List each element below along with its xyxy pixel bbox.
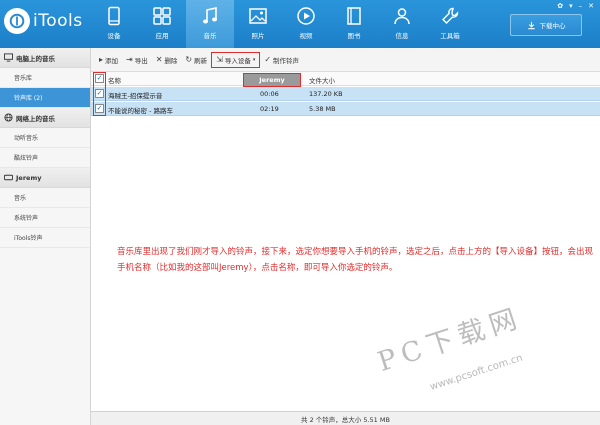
nav-device[interactable]: 设备: [90, 0, 138, 48]
sidebar-group-online-music[interactable]: 网络上的音乐: [0, 108, 90, 128]
sidebar-item-label: 铃声库 (2): [14, 95, 43, 102]
add-label: 添加: [105, 56, 119, 65]
nav-books[interactable]: 图书: [330, 0, 378, 48]
apps-icon: [153, 7, 171, 25]
sidebar-item-label: 动听音乐: [14, 135, 39, 142]
nav-photos[interactable]: 照片: [234, 0, 282, 48]
refresh-button[interactable]: ↻ 刷新: [181, 52, 211, 68]
app-logo: iTools: [4, 8, 83, 34]
person-icon: [394, 8, 410, 25]
sidebar: 电脑上的音乐 音乐库 铃声库 (2) 网络上的音乐 动听音乐 酷炫铃声 Jere…: [0, 48, 91, 425]
refresh-label: 刷新: [194, 56, 208, 65]
delete-label: 删除: [164, 56, 178, 65]
sidebar-item-online-music[interactable]: 动听音乐: [0, 128, 90, 148]
download-icon: [527, 21, 535, 29]
window-controls: ✿ ▾ – ✕: [557, 2, 594, 10]
add-button[interactable]: ▸ 添加: [95, 52, 122, 68]
nav-apps[interactable]: 应用: [138, 0, 186, 48]
sidebar-group-pc-music[interactable]: 电脑上的音乐: [0, 48, 90, 68]
settings-icon[interactable]: ▾: [569, 2, 573, 10]
skin-icon[interactable]: ✿: [557, 2, 563, 10]
table-row[interactable]: ✓ 海贼王-招保提示音 00:06 137.20 KB: [91, 87, 600, 101]
table-row[interactable]: ✓ 不能说的秘密 - 路路车 02:19 5.38 MB: [91, 102, 600, 116]
column-name[interactable]: 名称: [108, 75, 121, 85]
globe-icon: [4, 113, 13, 122]
checkbox-highlight-frame: [93, 72, 106, 116]
video-icon: [297, 7, 315, 25]
tutorial-annotation: 音乐库里出现了我们刚才导入的铃声，接下来，选定你想要导入手机的铃声，选定之后，点…: [117, 247, 594, 273]
table-header: ✓ 名称 Jeremy 文件大小: [91, 72, 600, 87]
make-ringtone-button[interactable]: ✓ 制作铃声: [260, 52, 303, 68]
column-size[interactable]: 文件大小: [309, 75, 335, 85]
nav-device-label: 设备: [107, 32, 121, 40]
nav-toolbox[interactable]: 工具箱: [426, 0, 474, 48]
import-device-button[interactable]: ⇲ 导入设备 ▾: [211, 51, 261, 68]
import-icon: ⇲: [216, 55, 223, 64]
minimize-icon[interactable]: –: [579, 2, 583, 10]
make-ringtone-label: 制作铃声: [273, 56, 300, 65]
sidebar-item-label: 音乐库: [14, 75, 33, 82]
phone-icon: [108, 6, 120, 26]
status-bar: 共 2 个铃声，总大小 5.51 MB: [91, 411, 600, 425]
toolbar: ▸ 添加 ⇥ 导出 ✕ 删除 ↻ 刷新 ⇲ 导入设备 ▾ ✓ 制作铃声: [91, 48, 600, 72]
top-bar: iTools 设备 应用 音乐 照片 视频 图书 信息 工具箱 ✿ ▾ – ✕ …: [0, 0, 600, 48]
book-icon: [347, 7, 361, 25]
download-center-label: 下载中心: [539, 22, 566, 30]
sidebar-item-device-music[interactable]: 音乐: [0, 188, 90, 208]
download-center-button[interactable]: 下载中心: [510, 14, 582, 36]
sidebar-group-title: 电脑上的音乐: [16, 54, 55, 63]
sidebar-group-device[interactable]: Jeremy: [0, 168, 90, 188]
computer-icon: [4, 53, 13, 62]
app-logo-text: iTools: [33, 11, 83, 31]
add-icon: ▸: [99, 55, 104, 64]
row-size: 137.20 KB: [309, 90, 343, 98]
import-device-label: 导入设备: [224, 56, 251, 65]
sidebar-group-title: 网络上的音乐: [16, 114, 55, 123]
main-nav: 设备 应用 音乐 照片 视频 图书 信息 工具箱: [90, 0, 474, 48]
wrench-icon: [442, 7, 459, 24]
sidebar-group-title: Jeremy: [16, 173, 42, 182]
refresh-icon: ↻: [185, 55, 193, 64]
delete-icon: ✕: [155, 55, 163, 64]
nav-video[interactable]: 视频: [282, 0, 330, 48]
photo-icon: [249, 8, 267, 24]
sidebar-item-system-ringtones[interactable]: 系统铃声: [0, 208, 90, 228]
sidebar-item-music-library[interactable]: 音乐库: [0, 68, 90, 88]
chevron-down-icon: ▾: [252, 56, 256, 63]
sidebar-item-label: 音乐: [14, 195, 27, 202]
export-button[interactable]: ⇥ 导出: [122, 52, 152, 68]
nav-info[interactable]: 信息: [378, 0, 426, 48]
row-name: 海贼王-招保提示音: [108, 92, 163, 100]
sidebar-item-itools-ringtones[interactable]: iTools铃声: [0, 228, 90, 248]
nav-music-label: 音乐: [203, 32, 217, 40]
itools-logo-icon: [4, 8, 30, 34]
delete-button[interactable]: ✕ 删除: [152, 52, 182, 68]
device-icon: [4, 174, 13, 181]
ringtone-wand-icon: ✓: [264, 55, 272, 64]
export-label: 导出: [134, 56, 148, 65]
nav-photos-label: 照片: [251, 32, 265, 40]
nav-books-label: 图书: [347, 32, 361, 40]
nav-video-label: 视频: [299, 32, 313, 40]
export-icon: ⇥: [126, 55, 133, 64]
row-duration: 00:06: [260, 90, 279, 98]
row-name: 不能说的秘密 - 路路车: [108, 107, 173, 115]
nav-music[interactable]: 音乐: [186, 0, 234, 48]
sidebar-item-label: 系统铃声: [14, 215, 39, 222]
close-icon[interactable]: ✕: [588, 2, 594, 10]
row-duration: 02:19: [260, 105, 279, 113]
sidebar-item-cool-ringtones[interactable]: 酷炫铃声: [0, 148, 90, 168]
sidebar-item-ringtone-library[interactable]: 铃声库 (2): [0, 88, 90, 108]
row-size: 5.38 MB: [309, 105, 336, 113]
status-text: 共 2 个铃声，总大小 5.51 MB: [301, 415, 390, 424]
nav-toolbox-label: 工具箱: [440, 32, 460, 40]
device-dropdown-item[interactable]: Jeremy: [243, 73, 301, 87]
sidebar-item-label: 酷炫铃声: [14, 155, 39, 162]
nav-apps-label: 应用: [155, 32, 169, 40]
nav-info-label: 信息: [395, 32, 409, 40]
sidebar-item-label: iTools铃声: [14, 235, 43, 242]
music-icon: [203, 7, 217, 24]
